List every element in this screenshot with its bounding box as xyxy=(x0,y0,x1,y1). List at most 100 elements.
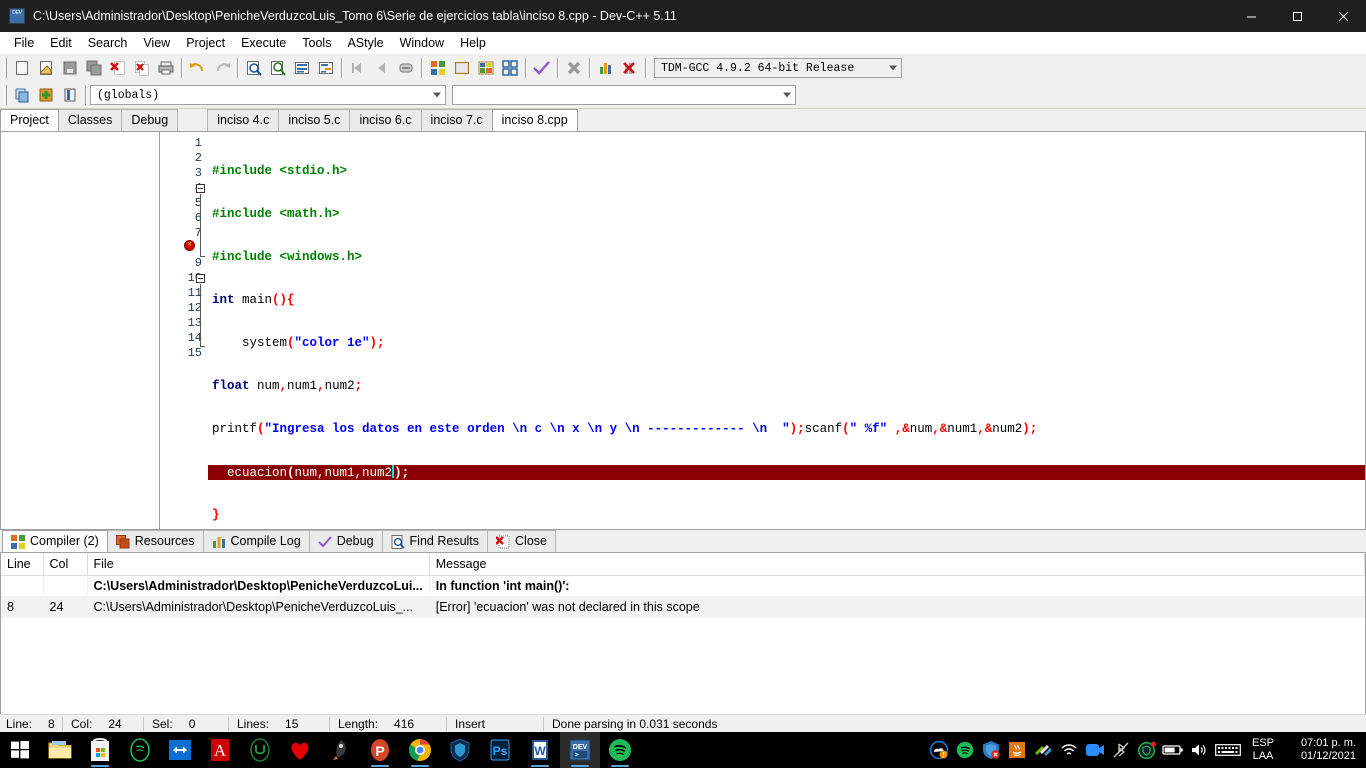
maximize-button[interactable] xyxy=(1274,0,1320,32)
code-editor[interactable]: 1 2 3 4 5 6 7 9 10 11 12 13 14 15 xyxy=(160,132,1366,530)
fold-toggle-main[interactable] xyxy=(196,184,205,193)
menu-tools[interactable]: Tools xyxy=(294,34,339,52)
search-select[interactable] xyxy=(452,85,796,105)
language-indicator[interactable]: ESP LAA xyxy=(1244,737,1282,763)
java-icon[interactable] xyxy=(1004,732,1030,768)
wifi-icon[interactable] xyxy=(1056,732,1082,768)
toggle-breakpoint-icon[interactable] xyxy=(394,56,418,80)
column-header-message[interactable]: Message xyxy=(429,553,1366,576)
bluetooth-off-icon[interactable] xyxy=(1108,732,1134,768)
save-icon[interactable] xyxy=(58,56,82,80)
menu-astyle[interactable]: AStyle xyxy=(339,34,391,52)
minimize-button[interactable] xyxy=(1228,0,1274,32)
step-back-icon[interactable] xyxy=(346,56,370,80)
chrome-icon[interactable] xyxy=(400,732,440,768)
find-icon[interactable] xyxy=(242,56,266,80)
compile-icon[interactable] xyxy=(426,56,450,80)
stop-execution-icon[interactable] xyxy=(562,56,586,80)
error-bullet-icon[interactable] xyxy=(184,239,195,251)
compiler-results-grid[interactable]: Line Col File Message C:\Users\Administr… xyxy=(0,553,1366,722)
table-row[interactable]: C:\Users\Administrador\Desktop\PenicheVe… xyxy=(1,575,1366,597)
new-project-icon[interactable] xyxy=(10,83,34,107)
spotify-tray-icon[interactable] xyxy=(952,732,978,768)
close-button[interactable] xyxy=(1320,0,1366,32)
project-panel[interactable] xyxy=(0,132,160,530)
column-header-file[interactable]: File xyxy=(87,553,430,576)
menu-project[interactable]: Project xyxy=(178,34,233,52)
tab-debug[interactable]: Debug xyxy=(308,530,383,552)
microsoft-store-icon[interactable] xyxy=(80,732,120,768)
antivirus-error-icon[interactable] xyxy=(978,732,1004,768)
globals-select[interactable]: (globals) xyxy=(90,85,446,105)
profile-icon[interactable] xyxy=(594,56,618,80)
volume-icon[interactable] xyxy=(1186,732,1212,768)
rocket-league-icon[interactable] xyxy=(320,732,360,768)
save-all-icon[interactable] xyxy=(82,56,106,80)
menu-view[interactable]: View xyxy=(135,34,178,52)
run-icon[interactable] xyxy=(450,56,474,80)
zoom-camera-icon[interactable] xyxy=(1082,732,1108,768)
editor-tab-inciso-8cpp[interactable]: inciso 8.cpp xyxy=(491,109,578,131)
tab-compiler[interactable]: Compiler (2) xyxy=(2,530,108,552)
dev-cpp-icon[interactable]: DEV xyxy=(560,732,600,768)
menu-help[interactable]: Help xyxy=(452,34,494,52)
close-file-icon[interactable] xyxy=(106,56,130,80)
spotify-green-icon[interactable] xyxy=(120,732,160,768)
tab-close-panel[interactable]: Close xyxy=(487,530,556,552)
editor-tab-inciso-6c[interactable]: inciso 6.c xyxy=(349,109,422,131)
toolbar-grip[interactable] xyxy=(4,58,7,78)
word-icon[interactable]: W xyxy=(520,732,560,768)
windows-start-icon[interactable] xyxy=(0,732,40,768)
health-heart-icon[interactable] xyxy=(280,732,320,768)
battery-icon[interactable] xyxy=(1160,732,1186,768)
sidebar-tab-classes[interactable]: Classes xyxy=(57,109,123,131)
close-all-icon[interactable] xyxy=(130,56,154,80)
new-file-icon[interactable] xyxy=(10,56,34,80)
clock[interactable]: 07:01 p. m. 01/12/2021 xyxy=(1282,737,1366,763)
step-forward-icon[interactable] xyxy=(370,56,394,80)
syntax-check-icon[interactable] xyxy=(530,56,554,80)
replace-icon[interactable] xyxy=(266,56,290,80)
menu-execute[interactable]: Execute xyxy=(233,34,294,52)
table-row[interactable]: 8 24 C:\Users\Administrador\Desktop\Peni… xyxy=(1,596,1366,618)
editor-tab-inciso-5c[interactable]: inciso 5.c xyxy=(278,109,351,131)
security-shield-icon[interactable] xyxy=(440,732,480,768)
rebuild-all-icon[interactable] xyxy=(498,56,522,80)
column-header-line[interactable]: Line xyxy=(1,553,44,576)
redo-icon[interactable] xyxy=(210,56,234,80)
onedrive-warning-icon[interactable] xyxy=(926,732,952,768)
toolbar-grip[interactable] xyxy=(4,85,7,105)
nvidia-icon[interactable] xyxy=(1030,732,1056,768)
sidebar-tab-debug[interactable]: Debug xyxy=(121,109,179,131)
column-header-col[interactable]: Col xyxy=(43,553,88,576)
keyboard-icon[interactable] xyxy=(1212,732,1244,768)
shield-notify-icon[interactable] xyxy=(1134,732,1160,768)
compiler-select[interactable]: TDM-GCC 4.9.2 64-bit Release xyxy=(654,58,902,78)
menu-search[interactable]: Search xyxy=(80,34,136,52)
menu-file[interactable]: File xyxy=(6,34,42,52)
tab-find-results[interactable]: Find Results xyxy=(381,530,489,552)
editor-tab-inciso-4c[interactable]: inciso 4.c xyxy=(207,109,280,131)
file-explorer-icon[interactable] xyxy=(40,732,80,768)
undo-icon[interactable] xyxy=(186,56,210,80)
open-file-icon[interactable] xyxy=(34,56,58,80)
delete-profile-icon[interactable] xyxy=(618,56,642,80)
spotify-icon[interactable] xyxy=(600,732,640,768)
utorrent-icon[interactable] xyxy=(240,732,280,768)
menu-window[interactable]: Window xyxy=(392,34,452,52)
adobe-reader-icon[interactable]: A xyxy=(200,732,240,768)
photoshop-icon[interactable]: Ps xyxy=(480,732,520,768)
teamviewer-icon[interactable] xyxy=(160,732,200,768)
remove-from-project-icon[interactable] xyxy=(58,83,82,107)
menu-edit[interactable]: Edit xyxy=(42,34,80,52)
compile-and-run-icon[interactable] xyxy=(474,56,498,80)
tab-resources[interactable]: Resources xyxy=(106,530,204,552)
sidebar-tab-project[interactable]: Project xyxy=(0,109,59,131)
fold-toggle-ecuacion[interactable] xyxy=(196,274,205,283)
add-to-project-icon[interactable] xyxy=(34,83,58,107)
powerpoint-icon[interactable]: P xyxy=(360,732,400,768)
code-text[interactable]: #include <stdio.h> #include <math.h> #in… xyxy=(208,132,1365,529)
editor-tab-inciso-7c[interactable]: inciso 7.c xyxy=(420,109,493,131)
tab-compile-log[interactable]: Compile Log xyxy=(202,530,310,552)
print-icon[interactable] xyxy=(154,56,178,80)
